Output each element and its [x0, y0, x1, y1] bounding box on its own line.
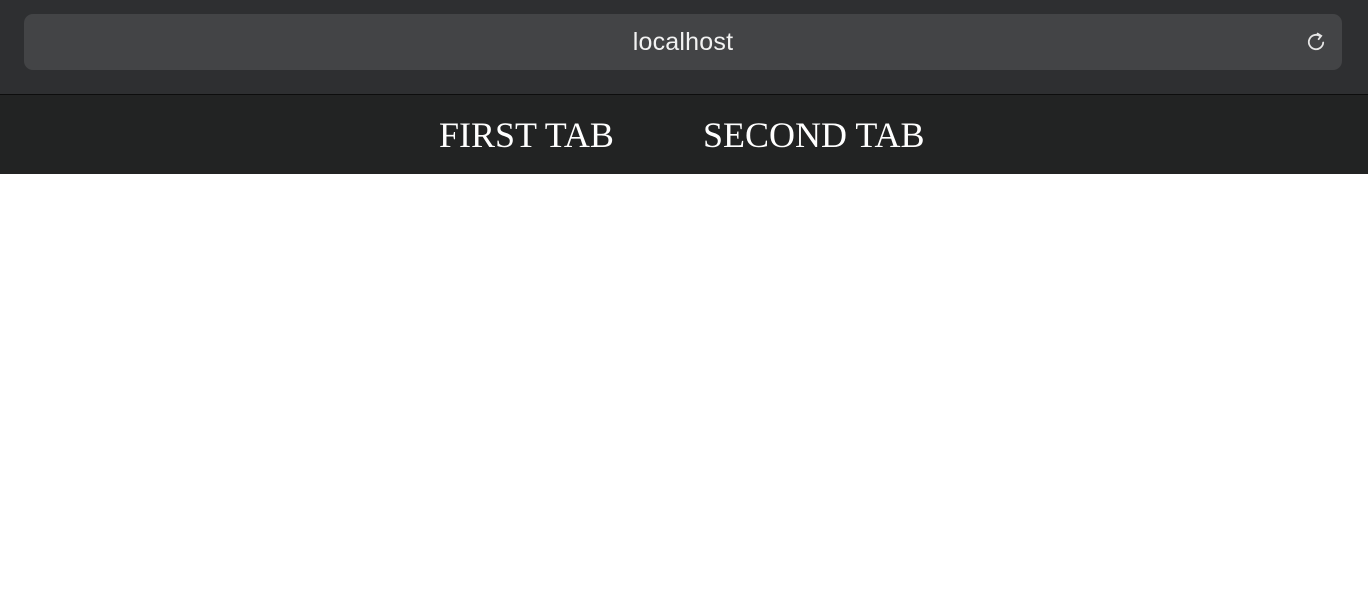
- tab-second[interactable]: SECOND TAB: [703, 95, 924, 174]
- address-bar[interactable]: localhost: [24, 14, 1342, 70]
- tab-first[interactable]: FIRST TAB: [439, 95, 614, 174]
- page-content: [0, 174, 1368, 608]
- browser-toolbar: localhost: [0, 0, 1368, 94]
- reload-icon[interactable]: [1302, 28, 1330, 56]
- url-text: localhost: [632, 27, 734, 56]
- tab-navigation: FIRST TAB SECOND TAB: [0, 95, 1368, 174]
